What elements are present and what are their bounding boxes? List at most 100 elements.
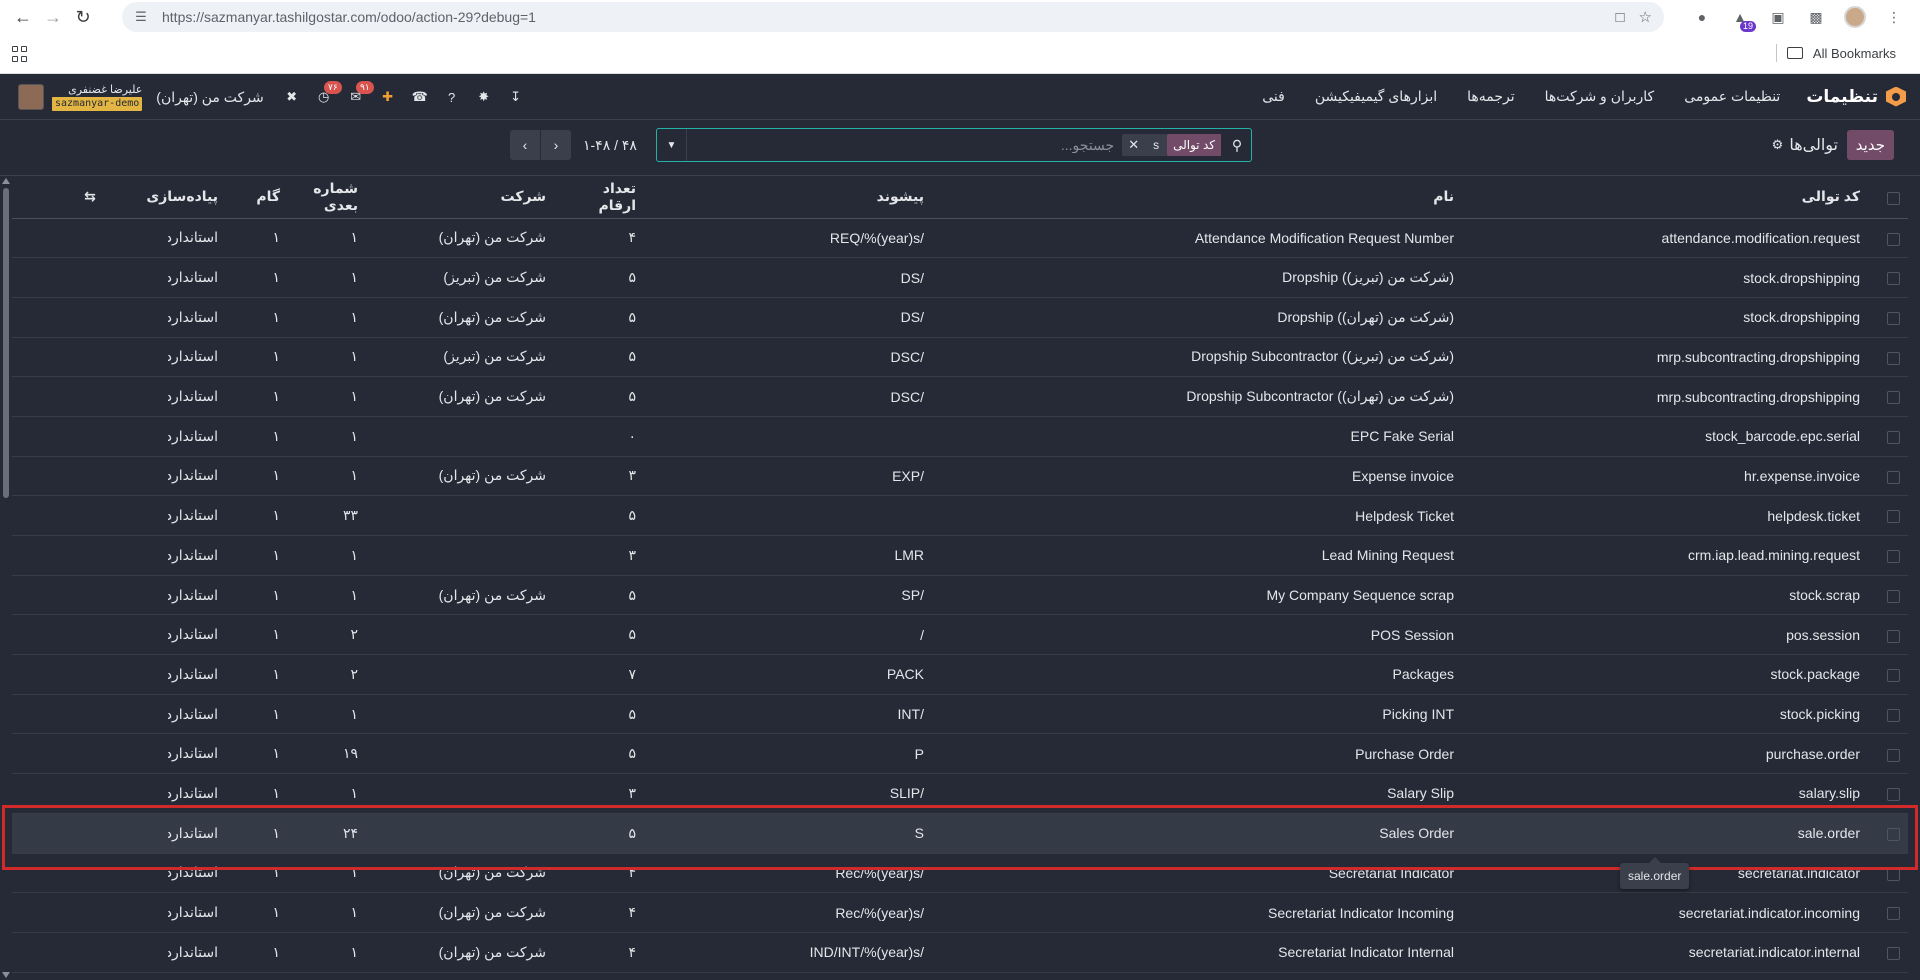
- cell-padding[interactable]: ۴: [554, 218, 644, 259]
- activity-clock-icon[interactable]: ◷ ۷۶: [316, 81, 342, 105]
- cell-next-number[interactable]: ۲۴: [288, 813, 366, 854]
- cell-implementation[interactable]: استاندارد: [168, 892, 226, 933]
- cell-next-number[interactable]: ۱: [288, 297, 366, 338]
- voip-phone-icon[interactable]: ☎: [412, 89, 428, 105]
- cell-name[interactable]: Dropship (شرکت من (تبریز)): [932, 257, 1462, 298]
- cell-prefix[interactable]: P: [644, 733, 932, 775]
- cell-name[interactable]: Purchase Order: [932, 733, 1462, 775]
- cell-next-number[interactable]: ۱: [288, 535, 366, 576]
- cell-company[interactable]: [366, 416, 554, 457]
- cell-company[interactable]: [366, 773, 554, 814]
- row-checkbox[interactable]: [1868, 694, 1908, 735]
- table-row[interactable]: helpdesk.ticket Helpdesk Ticket ۵ ۳۳ ۱ استاند…: [12, 495, 1908, 536]
- cell-next-number[interactable]: ۱: [288, 337, 366, 378]
- row-checkbox[interactable]: [1868, 733, 1908, 775]
- cell-name[interactable]: Sales Order: [932, 813, 1462, 854]
- url-text[interactable]: https://sazmanyar.tashilgostar.com/odoo/…: [162, 9, 536, 25]
- table-row[interactable]: secretariat.indicator.internal Secretaria…: [12, 932, 1908, 973]
- cell-step[interactable]: ۱: [226, 892, 288, 933]
- row-checkbox[interactable]: [1868, 337, 1908, 378]
- cell-implementation[interactable]: استاندارد: [168, 337, 226, 378]
- cell-prefix[interactable]: [644, 495, 932, 536]
- cell-padding[interactable]: ۷: [554, 654, 644, 695]
- cell-name[interactable]: Picking INT: [932, 694, 1462, 735]
- cell-code[interactable]: stock.scrap: [1462, 575, 1868, 616]
- cell-implementation[interactable]: استاندارد: [168, 813, 226, 854]
- table-row[interactable]: pos.session POS Session/۵ ۲ ۱ استاندارد: [12, 614, 1908, 656]
- camera-icon[interactable]: ▣: [1768, 7, 1788, 27]
- table-row[interactable]: stock.picking Picking INT INT/۵ ۱ ۱ استاندارد: [12, 694, 1908, 735]
- header-company[interactable]: شرکت: [366, 176, 554, 219]
- cell-code[interactable]: purchase.order: [1462, 733, 1868, 775]
- cell-step[interactable]: ۱: [226, 773, 288, 814]
- row-checkbox[interactable]: [1868, 495, 1908, 536]
- cell-prefix[interactable]: S: [644, 813, 932, 854]
- cell-padding[interactable]: ۵: [554, 257, 644, 298]
- back-arrow-icon[interactable]: ←: [8, 2, 38, 32]
- cell-step[interactable]: ۱: [226, 654, 288, 695]
- cell-implementation[interactable]: استاندارد: [168, 932, 226, 973]
- cell-prefix[interactable]: DS/: [644, 297, 932, 338]
- menu-users-companies[interactable]: کاربران و شرکت‌ها: [1545, 88, 1655, 105]
- extension-cookie-icon[interactable]: ●: [1692, 7, 1712, 27]
- table-row[interactable]: salary.slip Salary Slip SLIP/۳ ۱ ۱ استاندارد: [12, 773, 1908, 814]
- cell-next-number[interactable]: ۱: [288, 376, 366, 417]
- cell-name[interactable]: POS Session: [932, 614, 1462, 656]
- browser-profile-avatar[interactable]: [1844, 6, 1866, 28]
- cell-name[interactable]: Attendance Modification Request Number: [932, 218, 1462, 259]
- cell-step[interactable]: ۱: [226, 853, 288, 894]
- cell-prefix[interactable]: DS/: [644, 257, 932, 298]
- cell-company[interactable]: شرکت من (تهران): [366, 376, 554, 417]
- messaging-icon[interactable]: ✉ ۹۱: [348, 81, 374, 105]
- all-bookmarks-link[interactable]: All Bookmarks: [1813, 46, 1896, 61]
- pager-previous-button[interactable]: ‹: [510, 130, 540, 160]
- row-checkbox[interactable]: [1868, 813, 1908, 854]
- cell-prefix[interactable]: DSC/: [644, 376, 932, 417]
- install-app-icon[interactable]: □: [1615, 9, 1624, 26]
- cell-code[interactable]: hr.expense.invoice: [1462, 456, 1868, 497]
- row-checkbox[interactable]: [1868, 218, 1908, 259]
- cell-name[interactable]: Expense invoice: [932, 456, 1462, 497]
- cell-name[interactable]: Dropship (شرکت من (تهران)): [932, 297, 1462, 338]
- cell-step[interactable]: ۱: [226, 416, 288, 457]
- menu-general-settings[interactable]: تنظیمات عمومی: [1684, 88, 1780, 105]
- cell-company[interactable]: شرکت من (تهران): [366, 297, 554, 338]
- menu-translations[interactable]: ترجمه‌ها: [1467, 88, 1515, 105]
- scroll-up-arrow[interactable]: [2, 178, 10, 184]
- site-info-icon[interactable]: ☰: [126, 2, 156, 32]
- cell-code[interactable]: salary.slip: [1462, 773, 1868, 814]
- cell-company[interactable]: شرکت من (تهران): [366, 932, 554, 973]
- cell-step[interactable]: ۱: [226, 932, 288, 973]
- search-input[interactable]: [687, 137, 1123, 153]
- new-button[interactable]: جدید: [1846, 130, 1894, 160]
- cell-company[interactable]: شرکت من (تهران): [366, 892, 554, 933]
- search-icon[interactable]: ⚲: [1223, 129, 1251, 161]
- cell-padding[interactable]: ۵: [554, 614, 644, 656]
- cell-name[interactable]: EPC Fake Serial: [932, 416, 1462, 457]
- cell-code[interactable]: sale.order: [1462, 813, 1868, 854]
- cell-name[interactable]: Secretariat Indicator Incoming: [932, 892, 1462, 933]
- table-row[interactable]: mrp.subcontracting.dropshipping Dropship …: [12, 376, 1908, 417]
- cell-company[interactable]: شرکت من (تهران): [366, 456, 554, 497]
- cell-padding[interactable]: ۰: [554, 416, 644, 457]
- gear-icon[interactable]: ⚙: [1772, 137, 1784, 153]
- cell-step[interactable]: ۱: [226, 218, 288, 259]
- header-code[interactable]: کد توالی: [1462, 176, 1868, 219]
- forward-arrow-icon[interactable]: →: [38, 2, 68, 32]
- cell-implementation[interactable]: استاندارد: [168, 733, 226, 775]
- header-name[interactable]: نام: [932, 176, 1462, 219]
- cell-company[interactable]: شرکت من (تبریز): [366, 337, 554, 378]
- address-bar[interactable]: ☰ https://sazmanyar.tashilgostar.com/odo…: [122, 2, 1664, 32]
- cell-implementation[interactable]: استاندارد: [168, 218, 226, 259]
- cell-code[interactable]: attendance.modification.request: [1462, 218, 1868, 259]
- row-checkbox[interactable]: [1868, 535, 1908, 576]
- cell-next-number[interactable]: ۱: [288, 416, 366, 457]
- cell-implementation[interactable]: استاندارد: [168, 456, 226, 497]
- header-padding[interactable]: تعداد ارقام: [554, 176, 644, 219]
- cell-step[interactable]: ۱: [226, 297, 288, 338]
- cell-company[interactable]: شرکت من (تبریز): [366, 257, 554, 298]
- cell-step[interactable]: ۱: [226, 575, 288, 616]
- cell-next-number[interactable]: ۱: [288, 218, 366, 259]
- row-checkbox[interactable]: [1868, 853, 1908, 894]
- cell-step[interactable]: ۱: [226, 535, 288, 576]
